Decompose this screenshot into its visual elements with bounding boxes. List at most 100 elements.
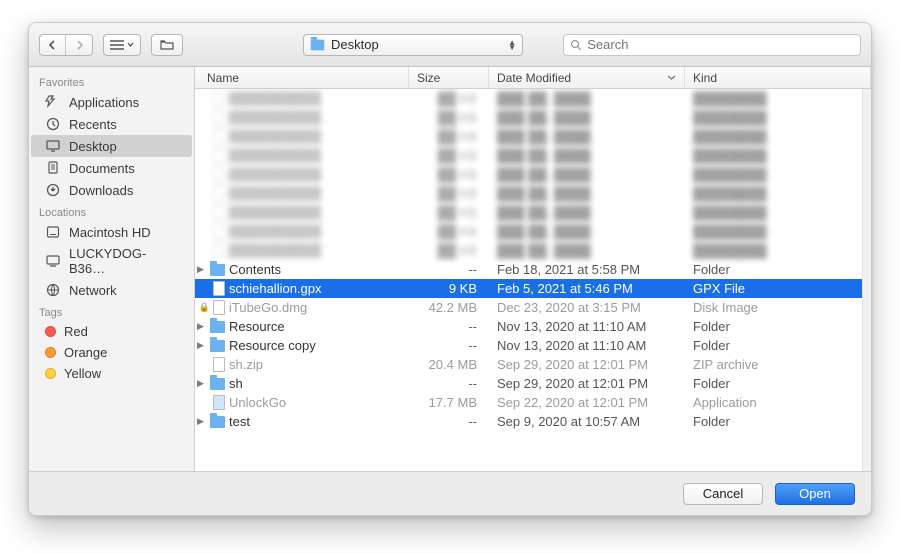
list-view-button[interactable] (104, 35, 140, 55)
dialog-footer: Cancel Open (29, 471, 871, 515)
file-size: -- (409, 338, 489, 353)
file-name: Contents (229, 262, 409, 277)
open-button[interactable]: Open (775, 483, 855, 505)
file-date: Nov 13, 2020 at 11:10 AM (489, 338, 685, 353)
file-row[interactable]: ▶Contents--Feb 18, 2021 at 5:58 PMFolder (195, 260, 862, 279)
file-row[interactable]: ▶test--Sep 9, 2020 at 10:57 AMFolder (195, 412, 862, 431)
file-row[interactable]: ▶Resource--Nov 13, 2020 at 11:10 AMFolde… (195, 317, 862, 336)
docs-icon (45, 160, 61, 176)
globe-icon (45, 282, 61, 298)
file-date: Sep 29, 2020 at 12:01 PM (489, 376, 685, 391)
file-size: 20.4 MB (409, 357, 489, 372)
sidebar-group-favorites: Favorites (29, 71, 194, 91)
sidebar-group-tags: Tags (29, 301, 194, 321)
sidebar-item-orange[interactable]: Orange (31, 342, 192, 363)
file-row[interactable]: 🔒iTubeGo.dmg42.2 MBDec 23, 2020 at 3:15 … (195, 298, 862, 317)
sidebar: Favorites Applications RecentsDesktop Docum… (29, 67, 195, 471)
file-kind: Folder (685, 376, 862, 391)
tag-dot-icon (45, 368, 56, 379)
sidebar-item-downloads[interactable]: Downloads (31, 179, 192, 201)
file-row-obscured: ████████████ KB███ ██, ████████████ (195, 89, 862, 108)
file-row[interactable]: UnlockGo17.7 MBSep 22, 2020 at 12:01 PMA… (195, 393, 862, 412)
file-row-obscured: ████████████ KB███ ██, ████████████ (195, 146, 862, 165)
column-name[interactable]: Name (195, 67, 409, 88)
sidebar-item-label: Network (69, 283, 117, 298)
file-icon (213, 281, 225, 296)
file-row-obscured: ████████████ KB███ ██, ████████████ (195, 203, 862, 222)
disclosure-triangle-icon[interactable]: ▶ (197, 378, 207, 389)
downloads-icon (45, 182, 61, 198)
sidebar-item-recents[interactable]: Recents (31, 113, 192, 135)
column-size[interactable]: Size (409, 67, 489, 88)
clock-icon (45, 116, 61, 132)
file-kind: Folder (685, 262, 862, 277)
cancel-button[interactable]: Cancel (683, 483, 763, 505)
folder-icon (210, 340, 225, 352)
sidebar-item-documents[interactable]: Documents (31, 157, 192, 179)
disclosure-triangle-icon[interactable]: ▶ (197, 321, 207, 332)
file-icon (213, 300, 225, 315)
tag-dot-icon (45, 326, 56, 337)
forward-button[interactable] (66, 35, 92, 55)
file-date: Sep 9, 2020 at 10:57 AM (489, 414, 685, 429)
file-name: sh (229, 376, 409, 391)
downloads-icon (45, 182, 61, 198)
file-kind: ZIP archive (685, 357, 862, 372)
back-button[interactable] (40, 35, 66, 55)
file-list[interactable]: ████████████ KB███ ██, █████████████████… (195, 89, 862, 471)
file-row-obscured: ████████████ KB███ ██, ████████████ (195, 108, 862, 127)
folder-outline-icon (160, 39, 174, 51)
disclosure-triangle-icon[interactable]: ▶ (197, 340, 207, 351)
sidebar-item-label: Documents (69, 161, 135, 176)
file-date: Sep 29, 2020 at 12:01 PM (489, 357, 685, 372)
file-kind: Application (685, 395, 862, 410)
sidebar-item-red[interactable]: Red (31, 321, 192, 342)
sidebar-group-locations: Locations (29, 201, 194, 221)
sidebar-item-macintosh-hd[interactable]: Macintosh HD (31, 221, 192, 243)
path-popup[interactable]: Desktop ▲▼ (303, 34, 523, 56)
search-icon (570, 39, 581, 51)
chevron-down-icon (127, 42, 134, 48)
scrollbar[interactable] (862, 89, 871, 471)
sidebar-item-applications[interactable]: Applications (31, 91, 192, 113)
open-file-dialog: Desktop ▲▼ FavoritesApplicationsRecentsD… (28, 22, 872, 516)
disclosure-triangle-icon[interactable]: ▶ (197, 264, 207, 275)
file-row[interactable]: ▶sh--Sep 29, 2020 at 12:01 PMFolder (195, 374, 862, 393)
search-input[interactable] (587, 37, 854, 52)
sidebar-item-luckydog-b36-[interactable]: LUCKYDOG-B36… (31, 243, 192, 279)
column-kind[interactable]: Kind (685, 67, 871, 88)
nav-back-forward (39, 34, 93, 56)
file-row-obscured: ████████████ KB███ ██, ████████████ (195, 165, 862, 184)
group-button[interactable] (152, 35, 182, 55)
file-size: -- (409, 319, 489, 334)
file-row[interactable]: schiehallion.gpx9 KBFeb 5, 2021 at 5:46 … (195, 279, 862, 298)
file-row-obscured: ████████████ KB███ ██, ████████████ (195, 241, 862, 260)
file-row[interactable]: sh.zip20.4 MBSep 29, 2020 at 12:01 PMZIP… (195, 355, 862, 374)
clock-icon (45, 116, 61, 132)
folder-icon (210, 378, 225, 390)
sidebar-item-label: Red (64, 324, 88, 339)
file-name: sh.zip (229, 357, 409, 372)
file-date: Nov 13, 2020 at 11:10 AM (489, 319, 685, 334)
file-row[interactable]: ▶Resource copy--Nov 13, 2020 at 11:10 AM… (195, 336, 862, 355)
view-mode-segment[interactable] (103, 34, 141, 56)
sidebar-item-network[interactable]: Network (31, 279, 192, 301)
disclosure-triangle-icon[interactable]: ▶ (197, 416, 207, 427)
apps-icon (45, 94, 61, 110)
file-date: Feb 18, 2021 at 5:58 PM (489, 262, 685, 277)
app-icon (213, 395, 225, 410)
sidebar-item-desktop[interactable]: Desktop (31, 135, 192, 157)
file-size: 9 KB (409, 281, 489, 296)
file-kind: GPX File (685, 281, 862, 296)
column-date-modified[interactable]: Date Modified (489, 67, 685, 88)
sidebar-item-label: Applications (69, 95, 139, 110)
search-field[interactable] (563, 34, 861, 56)
folder-icon (311, 39, 325, 50)
group-button-segment (151, 34, 183, 56)
file-row-obscured: ████████████ KB███ ██, ████████████ (195, 184, 862, 203)
sidebar-item-yellow[interactable]: Yellow (31, 363, 192, 384)
disk-icon (45, 224, 61, 240)
desktop-icon (45, 138, 61, 154)
toolbar: Desktop ▲▼ (29, 23, 871, 67)
file-row-obscured: ████████████ KB███ ██, ████████████ (195, 127, 862, 146)
